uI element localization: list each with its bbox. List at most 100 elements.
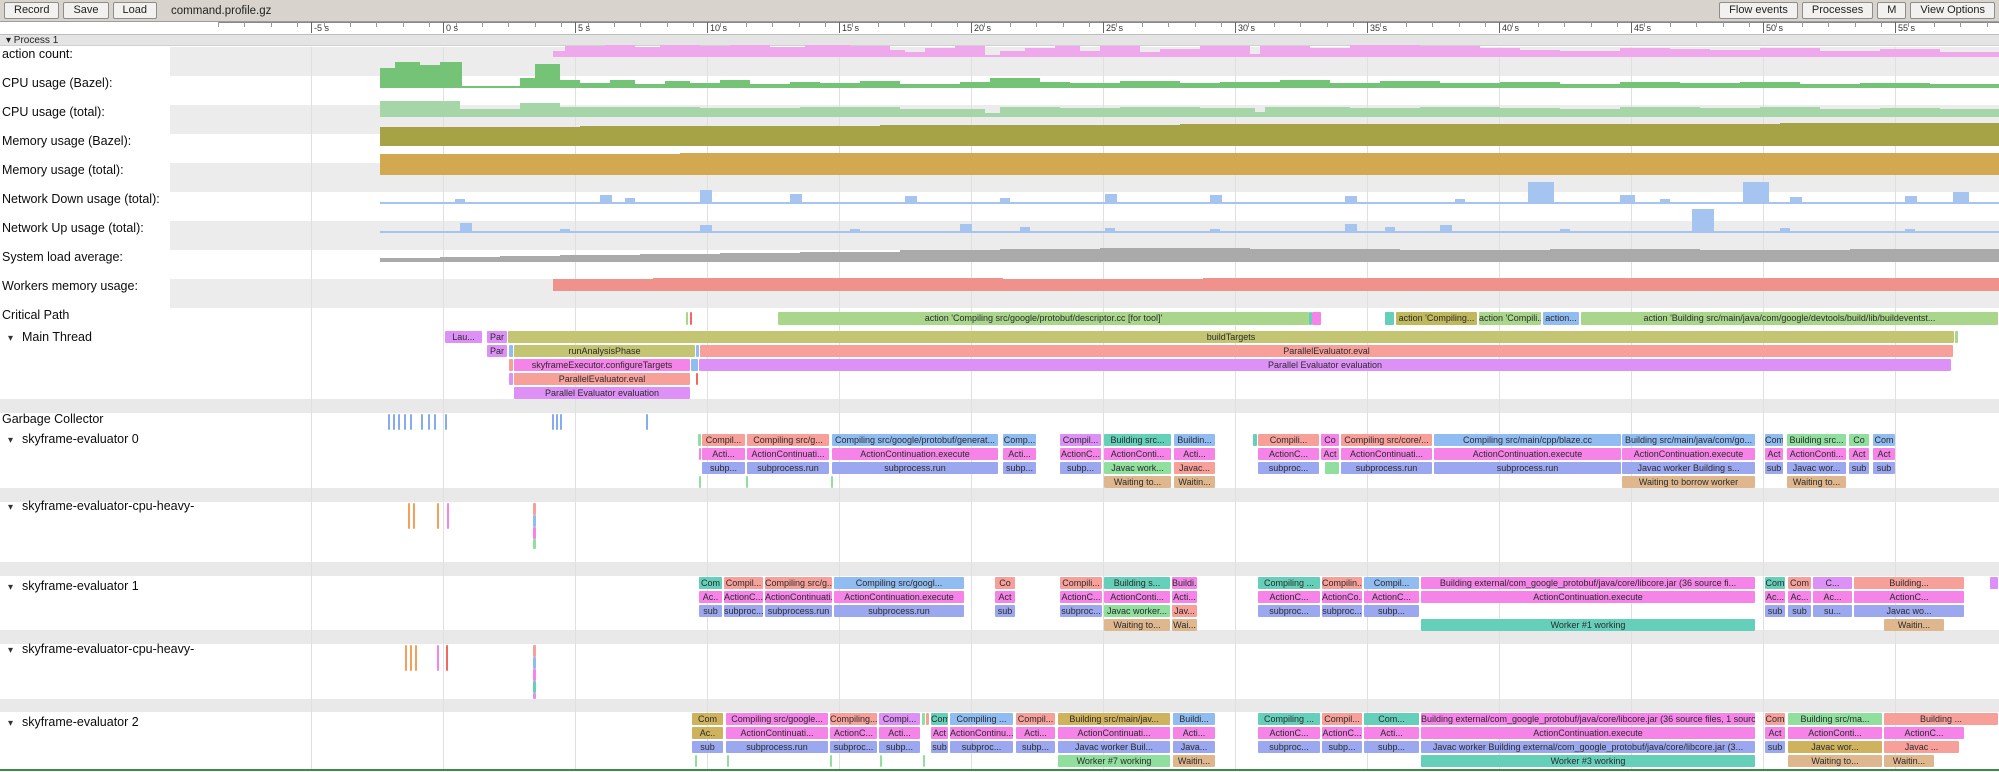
slice[interactable]: Building s... <box>1104 577 1170 589</box>
slice[interactable]: Building... <box>1854 577 1964 589</box>
slice[interactable]: Building external/com_google_protobuf/ja… <box>1421 713 1755 725</box>
slice[interactable]: Javac worker Building external/com_googl… <box>1421 741 1755 753</box>
slice[interactable] <box>509 359 513 371</box>
slice[interactable]: skyframeExecutor.configureTargets <box>514 359 690 371</box>
slice[interactable]: Building src... <box>1104 434 1171 446</box>
slice[interactable]: Acti... <box>1173 727 1215 739</box>
slice[interactable] <box>1955 331 1958 343</box>
slice[interactable]: Ac... <box>1788 591 1811 603</box>
slice[interactable]: sub <box>1849 462 1869 474</box>
slice[interactable]: subprocess.run <box>747 462 829 474</box>
slice[interactable]: subp... <box>702 462 745 474</box>
slice[interactable]: Building ... <box>1884 713 1998 725</box>
slice[interactable]: Javac wor... <box>1788 741 1882 753</box>
slice[interactable]: Com <box>692 713 723 725</box>
slice[interactable]: ActionContinuati... <box>1341 448 1432 460</box>
slice[interactable]: Javac wo... <box>1854 605 1964 617</box>
slice[interactable]: Parallel Evaluator evaluation <box>699 359 1951 371</box>
slice[interactable]: subprocess.run <box>834 605 964 617</box>
slice[interactable]: action 'Compili... <box>1479 312 1541 325</box>
slice[interactable]: Act <box>995 591 1015 603</box>
slice[interactable]: ActionConti... <box>1104 448 1171 460</box>
timeline-canvas[interactable]: action 'Compiling src/google/protobuf/de… <box>0 0 1999 772</box>
slice[interactable]: subprocess.run <box>726 741 828 753</box>
slice[interactable]: Worker #7 working <box>1058 755 1170 767</box>
slice[interactable] <box>533 693 536 699</box>
slice[interactable] <box>1312 312 1321 325</box>
slice[interactable]: Javac worker Buil... <box>1058 741 1170 753</box>
slice[interactable]: Parallel Evaluator evaluation <box>514 387 690 399</box>
slice[interactable] <box>699 448 701 460</box>
slice[interactable]: Compiling src/g... <box>765 577 832 589</box>
slice[interactable]: subproc... <box>830 741 877 753</box>
slice[interactable]: Waiting to... <box>1104 476 1171 488</box>
sidebar-item-skyframe-evaluator-cpu-heavy[interactable]: ▾skyframe-evaluator-cpu-heavy- <box>8 499 194 513</box>
slice[interactable]: Ac... <box>1813 591 1852 603</box>
slice[interactable]: subproc... <box>1258 462 1319 474</box>
expander-arrow-icon[interactable]: ▾ <box>8 645 22 656</box>
slice[interactable]: sub <box>699 605 722 617</box>
slice[interactable] <box>1325 462 1339 474</box>
slice[interactable] <box>831 476 833 488</box>
slice[interactable]: ParallelEvaluator.eval <box>514 373 690 385</box>
slice[interactable]: Waiting to... <box>1787 476 1846 488</box>
slice[interactable]: Act <box>931 727 948 739</box>
expander-arrow-icon[interactable]: ▾ <box>8 333 22 344</box>
slice[interactable] <box>1990 577 1998 589</box>
slice[interactable]: Act <box>1765 727 1785 739</box>
slice[interactable] <box>699 476 701 488</box>
slice[interactable]: action 'Building src/main/java/com/googl… <box>1581 312 1998 325</box>
slice[interactable]: Acti... <box>702 448 745 460</box>
slice[interactable]: ActionConti... <box>1787 448 1846 460</box>
slice[interactable] <box>404 414 406 430</box>
slice[interactable]: sub <box>995 605 1015 617</box>
slice[interactable] <box>690 312 692 325</box>
slice[interactable]: Waitin... <box>1174 476 1215 488</box>
slice[interactable]: Compiling ... <box>950 713 1013 725</box>
slice[interactable]: Ac.. <box>692 727 723 739</box>
slice[interactable] <box>880 755 882 767</box>
slice[interactable]: subprocess.run <box>832 462 998 474</box>
slice[interactable]: Compiling src/google... <box>726 713 828 725</box>
slice[interactable] <box>686 312 688 325</box>
slice[interactable]: Building src... <box>1787 434 1846 446</box>
slice[interactable] <box>413 503 415 529</box>
slice[interactable]: runAnalysisPhase <box>514 345 695 357</box>
slice[interactable]: subproc... <box>1258 605 1320 617</box>
slice[interactable]: ActionC... <box>1258 591 1320 603</box>
sidebar-item-skyframe-evaluator-2[interactable]: ▾skyframe-evaluator 2 <box>8 715 139 729</box>
slice[interactable]: Buildi... <box>1172 577 1197 589</box>
slice[interactable]: subproc... <box>724 605 763 617</box>
slice[interactable]: Co <box>1849 434 1869 446</box>
expander-arrow-icon[interactable]: ▾ <box>8 502 22 513</box>
slice[interactable]: action... <box>1543 312 1579 325</box>
slice[interactable] <box>922 713 925 725</box>
slice[interactable]: Javac wor... <box>1787 462 1846 474</box>
slice[interactable]: sub <box>1765 741 1785 753</box>
slice[interactable] <box>447 503 449 529</box>
slice[interactable]: Worker #3 working <box>1421 755 1755 767</box>
slice[interactable]: Javac ... <box>1884 741 1959 753</box>
slice[interactable]: Waiting to borrow worker <box>1622 476 1755 488</box>
slice[interactable] <box>1385 312 1394 325</box>
slice[interactable] <box>698 434 701 446</box>
slice[interactable]: Javac... <box>1174 462 1215 474</box>
slice[interactable]: subp... <box>1364 741 1419 753</box>
slice[interactable]: Compiling src/main/cpp/blaze.cc <box>1434 434 1621 446</box>
slice[interactable]: subproc... <box>1258 741 1320 753</box>
slice[interactable]: ActionContinuati... <box>726 727 828 739</box>
sidebar-item-main-thread[interactable]: ▾Main Thread <box>8 330 92 344</box>
slice[interactable] <box>926 713 929 725</box>
slice[interactable] <box>393 414 395 430</box>
slice[interactable]: Compil... <box>1016 713 1055 725</box>
slice[interactable]: Com <box>1765 434 1783 446</box>
slice[interactable]: Jav... <box>1172 605 1197 617</box>
slice[interactable]: Acti... <box>1364 727 1419 739</box>
slice[interactable] <box>533 681 536 693</box>
slice[interactable]: Com <box>931 713 948 725</box>
slice[interactable]: su... <box>1813 605 1852 617</box>
expander-arrow-icon[interactable]: ▾ <box>8 582 22 593</box>
slice[interactable]: sub <box>692 741 723 753</box>
slice[interactable] <box>533 503 536 515</box>
slice[interactable]: Acti... <box>879 727 920 739</box>
